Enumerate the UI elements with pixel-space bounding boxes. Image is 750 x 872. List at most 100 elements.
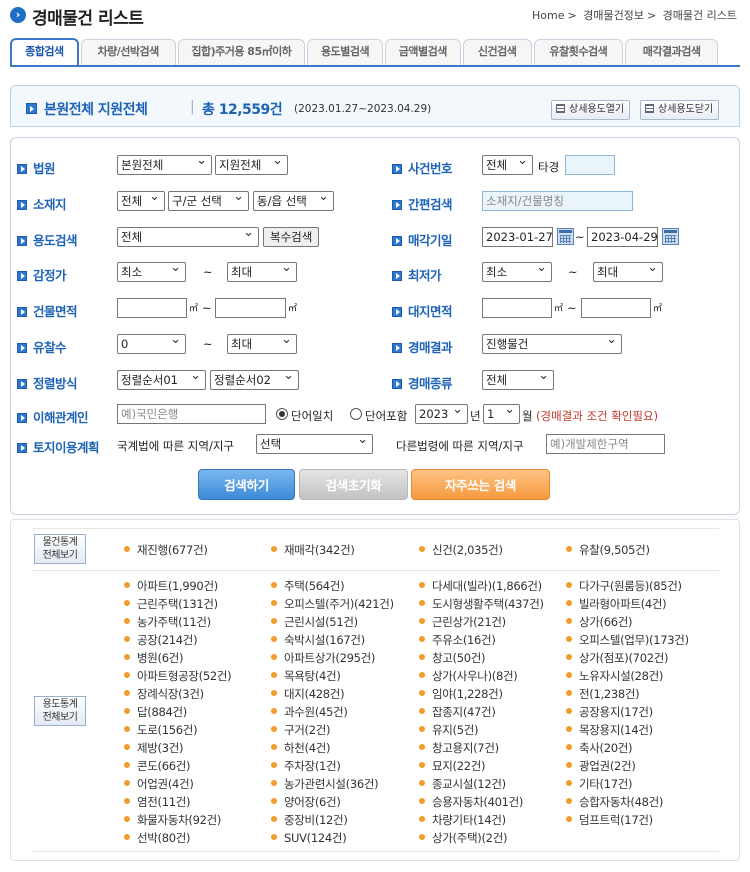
- stat-usage-item[interactable]: 어업권(4건): [124, 776, 194, 792]
- stat-summary-item[interactable]: 재진행(677건): [124, 542, 208, 558]
- stat-usage-item[interactable]: 목욕탕(4건): [271, 668, 341, 684]
- stat-usage-item[interactable]: 창고(50건): [419, 650, 486, 666]
- stat-usage-item[interactable]: 차량기타(14건): [419, 812, 506, 828]
- land-area-max-input[interactable]: [581, 298, 651, 318]
- appraisal-max-select[interactable]: 최대: [227, 262, 297, 282]
- dong-select[interactable]: 동/읍 선택: [253, 191, 334, 211]
- sort-first-select[interactable]: 정렬순서01: [117, 370, 206, 390]
- stat-usage-item[interactable]: 주유소(16건): [419, 632, 496, 648]
- stat-usage-item[interactable]: 잡종지(47건): [419, 704, 496, 720]
- stat-usage-item[interactable]: 답(884건): [124, 704, 187, 720]
- sido-select[interactable]: 전체: [117, 191, 165, 211]
- tab-vehicle[interactable]: 차량/선박검색: [80, 39, 176, 65]
- stat-usage-item[interactable]: 하천(4건): [271, 740, 331, 756]
- reset-button[interactable]: 검색초기화: [299, 469, 408, 500]
- stat-usage-item[interactable]: 콘도(66건): [124, 758, 191, 774]
- gugun-select[interactable]: 구/군 선택: [168, 191, 249, 211]
- stat-usage-item[interactable]: 창고용지(7건): [419, 740, 499, 756]
- search-button[interactable]: 검색하기: [198, 469, 295, 500]
- stat-usage-item[interactable]: 장례식장(3건): [124, 686, 204, 702]
- exact-match-radio[interactable]: [276, 408, 288, 420]
- stat-usage-item[interactable]: 승용자동차(401건): [419, 794, 523, 810]
- open-detail-usage-button[interactable]: 상세용도열기: [551, 100, 631, 120]
- favorite-search-button[interactable]: 자주쓰는 검색: [411, 469, 550, 500]
- tab-result[interactable]: 매각결과검색: [625, 39, 718, 65]
- stat-usage-item[interactable]: 오피스텔(업무)(173건): [566, 632, 689, 648]
- stat-usage-item[interactable]: 묘지(22건): [419, 758, 486, 774]
- stat-summary-item[interactable]: 신건(2,035건): [419, 542, 503, 558]
- other-zone-input[interactable]: 예)개발제한구역: [546, 434, 665, 454]
- stat-usage-item[interactable]: 빌라형아파트(4건): [566, 596, 667, 612]
- usage-select[interactable]: 전체: [117, 227, 259, 247]
- party-year-select[interactable]: 2023: [415, 404, 468, 424]
- sort-second-select[interactable]: 정렬순서02: [210, 370, 299, 390]
- fail-count-max-select[interactable]: 최대: [227, 334, 297, 354]
- tab-fail-count[interactable]: 유찰횟수검색: [533, 39, 624, 65]
- stat-usage-item[interactable]: 과수원(45건): [271, 704, 348, 720]
- stat-usage-item[interactable]: 도로(156건): [124, 722, 198, 738]
- building-area-max-input[interactable]: [215, 298, 286, 318]
- stat-usage-item[interactable]: 상가(66건): [566, 614, 633, 630]
- stat-usage-item[interactable]: 근린주택(131건): [124, 596, 218, 612]
- appraisal-min-select[interactable]: 최소: [117, 262, 186, 282]
- stat-usage-item[interactable]: 제방(3건): [124, 740, 184, 756]
- simple-search-input[interactable]: 소재지/건물명칭: [482, 191, 633, 211]
- stat-usage-item[interactable]: 유지(5건): [419, 722, 479, 738]
- auction-kind-select[interactable]: 전체: [482, 370, 554, 390]
- stat-usage-item[interactable]: 아파트형공장(52건): [124, 668, 232, 684]
- stat-usage-item[interactable]: 아파트(1,990건): [124, 578, 218, 594]
- stat-usage-item[interactable]: 임야(1,228건): [419, 686, 503, 702]
- stat-usage-item[interactable]: 다세대(빌라)(1,866건): [419, 578, 542, 594]
- party-input[interactable]: 예)국민은행: [117, 404, 266, 424]
- item-stats-button[interactable]: 물건통계 전체보기: [34, 534, 86, 564]
- stat-usage-item[interactable]: 축사(20건): [566, 740, 633, 756]
- stat-usage-item[interactable]: 염전(11건): [124, 794, 191, 810]
- stat-usage-item[interactable]: 상가(주택)(2건): [419, 830, 507, 846]
- stat-usage-item[interactable]: 양어장(6건): [271, 794, 341, 810]
- tab-usage[interactable]: 용도별검색: [307, 39, 383, 65]
- stat-usage-item[interactable]: 구거(2건): [271, 722, 331, 738]
- stat-usage-item[interactable]: 중장비(12건): [271, 812, 348, 828]
- calendar-icon[interactable]: [557, 228, 574, 245]
- stat-usage-item[interactable]: 공장(214건): [124, 632, 198, 648]
- stat-usage-item[interactable]: 도시형생활주택(437건): [419, 596, 544, 612]
- usage-stats-button[interactable]: 용도통계 전체보기: [34, 696, 86, 726]
- tab-new[interactable]: 신건검색: [462, 39, 532, 65]
- stat-usage-item[interactable]: 공장용지(17건): [566, 704, 653, 720]
- min-price-min-select[interactable]: 최소: [482, 262, 552, 282]
- stat-usage-item[interactable]: 상가(점포)(702건): [566, 650, 669, 666]
- stat-usage-item[interactable]: 승합자동차(48건): [566, 794, 663, 810]
- fail-count-min-select[interactable]: 0: [117, 334, 186, 354]
- stat-usage-item[interactable]: SUV(124건): [271, 830, 347, 846]
- min-price-max-select[interactable]: 최대: [593, 262, 663, 282]
- court-select[interactable]: 본원전체: [117, 155, 212, 175]
- stat-summary-item[interactable]: 유찰(9,505건): [566, 542, 650, 558]
- multi-search-button[interactable]: 복수검색: [263, 227, 320, 247]
- tab-residential-85[interactable]: 집합)주거용 85㎡이하: [177, 39, 306, 65]
- stat-usage-item[interactable]: 기타(17건): [566, 776, 633, 792]
- result-select[interactable]: 진행물건: [482, 334, 622, 354]
- national-zone-select[interactable]: 선택: [256, 434, 373, 454]
- breadcrumb-auction-info[interactable]: 경매물건정보: [583, 9, 644, 22]
- stat-usage-item[interactable]: 아파트상가(295건): [271, 650, 375, 666]
- sale-date-to-input[interactable]: 2023-04-29: [587, 227, 658, 247]
- stat-usage-item[interactable]: 농가주택(11건): [124, 614, 211, 630]
- contains-radio[interactable]: [350, 408, 362, 420]
- stat-usage-item[interactable]: 상가(사우나)(8건): [419, 668, 518, 684]
- stat-usage-item[interactable]: 노유자시설(28건): [566, 668, 663, 684]
- case-number-input[interactable]: [565, 155, 615, 175]
- branch-select[interactable]: 지원전체: [215, 155, 288, 175]
- stat-usage-item[interactable]: 다가구(원룸등)(85건): [566, 578, 682, 594]
- stat-usage-item[interactable]: 숙박시설(167건): [271, 632, 365, 648]
- stat-usage-item[interactable]: 덤프트럭(17건): [566, 812, 653, 828]
- stat-usage-item[interactable]: 병원(6건): [124, 650, 184, 666]
- stat-usage-item[interactable]: 대지(428건): [271, 686, 345, 702]
- case-year-select[interactable]: 전체: [482, 155, 533, 175]
- stat-usage-item[interactable]: 종교시설(12건): [419, 776, 506, 792]
- tab-amount[interactable]: 금액별검색: [384, 39, 461, 65]
- breadcrumb-home[interactable]: Home: [532, 9, 564, 22]
- stat-usage-item[interactable]: 근린상가(21건): [419, 614, 506, 630]
- sale-date-from-input[interactable]: 2023-01-27: [482, 227, 553, 247]
- stat-usage-item[interactable]: 전(1,238건): [566, 686, 640, 702]
- party-month-select[interactable]: 1: [483, 404, 520, 424]
